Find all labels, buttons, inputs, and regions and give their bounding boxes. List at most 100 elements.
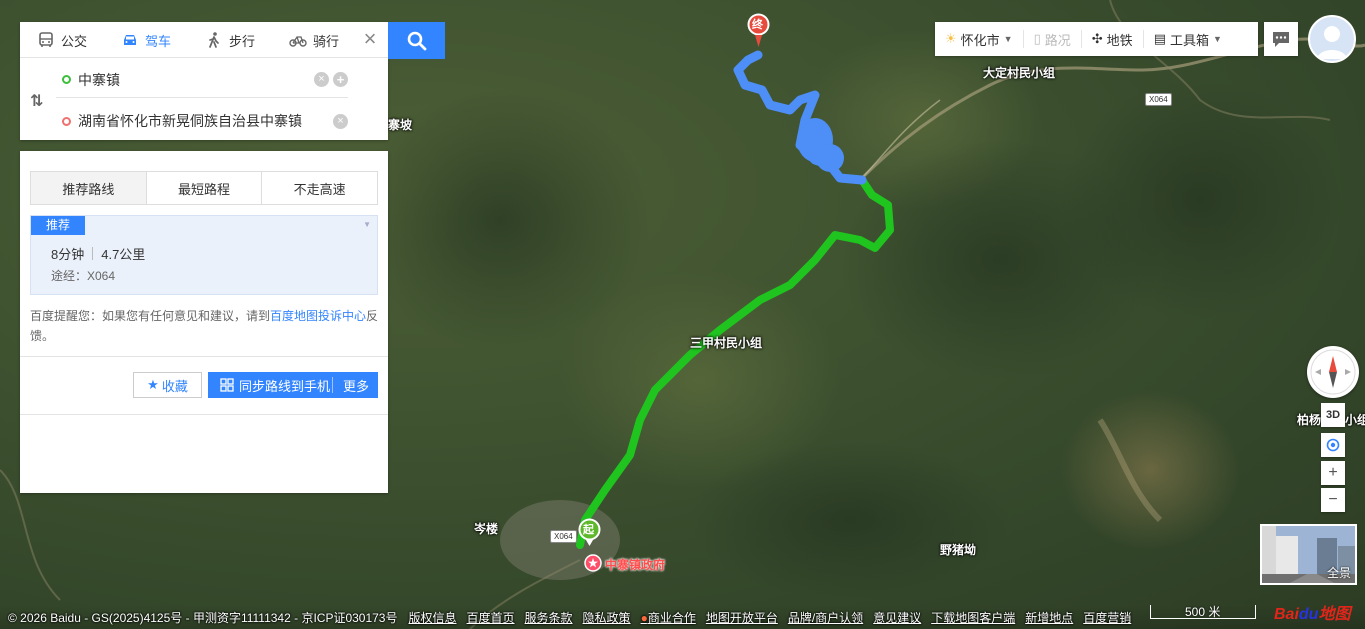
toolbox-icon: ▤ [1153,31,1166,46]
add-waypoint-icon[interactable]: + [333,72,348,87]
3d-toggle[interactable]: 3D [1321,403,1345,427]
panorama-thumbnail[interactable]: 全景 [1260,524,1357,585]
end-input[interactable]: 湖南省怀化市新晃侗族自治县中寨镇 [78,111,329,131]
caret-down-icon: ▼ [363,220,371,229]
toolbox-menu[interactable]: ▤ 工具箱 ▼ [1144,30,1232,48]
sync-main[interactable]: 同步路线到手机 [208,377,333,394]
poi-star-icon [584,554,602,572]
favorite-button[interactable]: ★ 收藏 [133,372,202,398]
end-field[interactable]: 湖南省怀化市新晃侗族自治县中寨镇 × [56,103,348,139]
sync-label: 同步路线到手机 [239,378,331,394]
tip-prefix: 百度提醒您：如果您有任何意见和建议，请到 [30,309,271,323]
city-label: 怀化市 [960,32,1000,48]
sync-to-phone-button[interactable]: 同步路线到手机 更多 [208,372,378,398]
tab-bus-label: 公交 [60,33,87,49]
clear-end-icon[interactable]: × [333,113,348,129]
tab-drive[interactable]: 驾车 [104,22,188,58]
logo-red: Bai [1274,606,1299,623]
route-search-panel: 公交 驾车 步行 骑行 × ⇅ 中寨镇 × + 湖南省怀化市新晃侗族自治县中寨镇… [20,22,388,140]
map-label-sanjia: 三甲村民小组 [690,336,763,350]
user-avatar[interactable] [1308,15,1356,63]
chevron-down-icon: ▼ [1213,34,1222,44]
map-toolbar: ☀ 怀化市 ▼ ▯ 路况 ✣ 地铁 ▤ 工具箱 ▼ [935,22,1258,56]
divider [20,356,388,357]
route-badge: 推荐 [31,216,85,235]
scale-label: 500 米 [1185,605,1221,619]
map-label-yezhuao: 野猪坳 [940,543,977,557]
search-icon [407,31,426,50]
start-marker-label: 起 [583,524,594,536]
user-icon [1317,26,1347,59]
grid-icon [220,378,234,392]
footer-link-addplace[interactable]: 新增地点 [1025,609,1073,626]
tab-walk[interactable]: 步行 [188,22,272,58]
poi-government[interactable] [584,554,602,575]
subway-icon: ✣ [1091,31,1103,46]
footer-link-privacy[interactable]: 隐私政策 [583,609,631,626]
footer-link-download[interactable]: 下载地图客户端 [931,609,1015,626]
more-button[interactable]: 更多 [333,376,369,395]
zoom-out-button[interactable]: − [1321,488,1345,512]
start-input[interactable]: 中寨镇 [78,70,310,90]
end-marker[interactable]: 终 [746,12,771,51]
message-button[interactable] [1264,22,1298,56]
swap-icon[interactable]: ⇅ [30,91,43,111]
sun-icon: ☀ [945,31,957,46]
subway-label: 地铁 [1106,32,1133,48]
map-label-edge-group: 小组 [1345,413,1365,427]
route-card[interactable]: 推荐 ▼ 8分钟 4.7公里 途经：X064 [30,215,378,295]
footer-link-terms[interactable]: 服务条款 [525,609,573,626]
footer-link-feedback[interactable]: 意见建议 [873,609,921,626]
footer-link-openplatform[interactable]: 地图开放平台 [706,609,778,626]
route-duration: 8分钟 [51,247,85,262]
traffic-toggle[interactable]: ▯ 路况 [1024,30,1082,48]
start-field[interactable]: 中寨镇 × + [56,62,348,98]
star-icon: ★ [147,377,159,392]
route-preference-tabs: 推荐路线 最短路程 不走高速 [30,171,378,205]
zoom-in-button[interactable]: + [1321,461,1345,485]
logo-suffix: 地图 [1318,606,1351,623]
traffic-light-icon: ▯ [1033,31,1041,46]
subway-button[interactable]: ✣ 地铁 [1082,30,1144,48]
tab-shortest[interactable]: 最短路程 [146,172,263,204]
search-button[interactable] [388,22,445,59]
tab-walk-label: 步行 [228,33,255,49]
tab-no-highway[interactable]: 不走高速 [262,172,378,204]
poi-label: 中寨镇政府 [605,558,666,572]
close-icon[interactable]: × [360,28,380,50]
footer-link-business[interactable]: ●商业合作 [641,609,696,626]
car-icon [123,35,136,45]
complaint-center-link[interactable]: 百度地图投诉中心 [270,309,366,323]
compass-icon [1310,349,1356,395]
logo-blue: du [1298,606,1319,623]
route-result-panel: 推荐路线 最短路程 不走高速 推荐 ▼ 8分钟 4.7公里 途经：X064 百度… [20,151,388,493]
walk-icon [209,32,219,48]
panorama-label: 全景 [1326,566,1351,580]
fire-icon: ● [640,610,648,625]
footer-link-copyright[interactable]: 版权信息 [409,609,457,626]
chevron-down-icon: ▼ [1003,34,1013,44]
tab-drive-label: 驾车 [144,33,171,49]
compass-control[interactable] [1307,346,1359,398]
favorite-label: 收藏 [161,378,188,394]
tab-recommended[interactable]: 推荐路线 [31,172,147,204]
map-label-edge-left: 寨坡 [388,118,413,132]
copyright-text: © 2026 Baidu - GS(2025)4125号 - 甲测资字11111… [8,610,398,625]
route-stats: 8分钟 4.7公里 [51,244,145,263]
footer-link-business-label: 商业合作 [647,610,696,625]
start-marker[interactable]: 起 [577,517,602,550]
locate-icon [1326,438,1340,452]
clear-start-icon[interactable]: × [314,72,329,87]
baidu-logo: Baidu地图 [1274,600,1350,624]
city-selector[interactable]: ☀ 怀化市 ▼ [935,30,1024,48]
footer-link-marketing[interactable]: 百度营销 [1083,609,1131,626]
tab-bus[interactable]: 公交 [20,22,104,58]
locate-button[interactable] [1321,433,1345,457]
tab-bike-label: 骑行 [312,33,339,49]
tab-bike[interactable]: 骑行 [272,22,356,58]
footer-link-brand[interactable]: 品牌/商户认领 [788,609,863,626]
map-label-baiyang: 柏杨 [1297,413,1322,427]
footer-link-home[interactable]: 百度首页 [467,609,515,626]
road-badge-x064: X064 [550,530,577,543]
bus-icon [39,32,53,47]
